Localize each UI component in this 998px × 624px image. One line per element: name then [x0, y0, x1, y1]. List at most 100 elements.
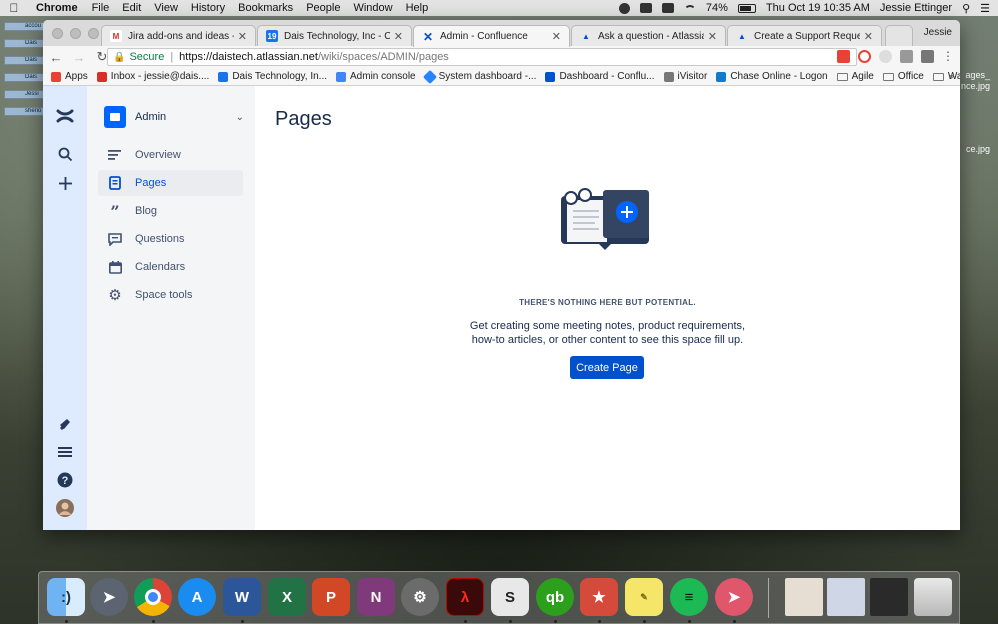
chrome-icon[interactable] [134, 578, 172, 616]
bookmarks-overflow-icon[interactable]: » [948, 71, 954, 82]
desktop-file-icon[interactable]: Dais [4, 56, 44, 65]
app-store-icon[interactable]: A [178, 578, 216, 616]
address-bar[interactable]: 🔒 Secure | https://daistech.atlassian.ne… [107, 48, 857, 66]
new-tab-button[interactable] [885, 25, 913, 46]
spotlight-icon[interactable]: ⚲ [962, 2, 970, 15]
desktop-stack-icon[interactable] [827, 578, 865, 616]
chrome-menu-icon[interactable]: ⋮ [942, 49, 954, 63]
menubar-clock[interactable]: Thu Oct 19 10:35 AM [766, 2, 870, 14]
browser-tab-active[interactable]: ✕ Admin - Confluence ✕ [413, 25, 570, 47]
close-tab-icon[interactable]: ✕ [552, 30, 561, 43]
close-tab-icon[interactable]: ✕ [708, 30, 717, 43]
notification-center-icon[interactable]: ☰ [980, 2, 990, 15]
zoom-window-button[interactable] [88, 28, 99, 39]
wunderlist-star-icon[interactable]: ★ [580, 578, 618, 616]
chevron-down-icon[interactable]: ⌄ [236, 112, 244, 123]
onenote-icon[interactable]: N [357, 578, 395, 616]
back-arrow-icon[interactable]: ← [46, 50, 66, 65]
chrome-profile-name[interactable]: Jessie [924, 27, 952, 38]
sidebar-item-blog[interactable]: ” Blog [98, 198, 243, 224]
excel-icon[interactable]: X [268, 578, 306, 616]
power-extension-icon[interactable] [879, 49, 892, 63]
sidebar-item-calendars[interactable]: Calendars [98, 254, 243, 280]
sidebar-item-questions[interactable]: Questions [98, 226, 243, 252]
dropbox-icon[interactable] [639, 3, 652, 13]
bluetooth-icon[interactable] [661, 3, 674, 13]
system-preferences-gear-icon[interactable]: ⚙ [401, 578, 439, 616]
battery-percent[interactable]: 74% [706, 2, 728, 14]
desktop-file-icon[interactable]: Dais [4, 73, 44, 82]
desktop-file-icon[interactable]: Jessi [4, 90, 44, 99]
bookmark-apps[interactable]: Apps [51, 71, 88, 82]
apple-menu-icon[interactable]:  [0, 1, 28, 15]
documents-stack-icon[interactable] [785, 578, 823, 616]
sidebar-item-overview[interactable]: Overview [98, 142, 243, 168]
creative-cloud-icon[interactable] [618, 2, 630, 14]
app-switcher-menu-icon[interactable] [55, 442, 75, 462]
slack-icon[interactable]: S [491, 578, 529, 616]
acrobat-icon[interactable]: λ [446, 578, 484, 616]
menubar-people[interactable]: People [306, 2, 340, 14]
help-icon[interactable]: ? [55, 470, 75, 490]
finder-icon[interactable]: :) [47, 578, 85, 616]
quickbooks-icon[interactable]: qb [536, 578, 574, 616]
extension-icon[interactable] [921, 49, 934, 63]
bookmark-folder-office[interactable]: Office [882, 71, 924, 82]
close-window-button[interactable] [52, 28, 63, 39]
browser-tab[interactable]: ▲ Create a Support Request - At ✕ [727, 25, 882, 46]
bookmark-folder-agile[interactable]: Agile [836, 71, 874, 82]
notifications-megaphone-icon[interactable] [55, 414, 75, 434]
desktop-file-label[interactable]: ages_ [961, 70, 990, 81]
desktop-file-label[interactable]: ce.jpg [961, 144, 990, 155]
menubar-app-name[interactable]: Chrome [36, 2, 78, 14]
close-tab-icon[interactable]: ✕ [864, 30, 873, 43]
search-icon[interactable] [55, 144, 75, 164]
battery-icon[interactable] [737, 3, 756, 13]
screenshots-stack-icon[interactable] [870, 578, 908, 616]
desktop-file-label[interactable]: nce.jpg [961, 81, 990, 92]
close-tab-icon[interactable]: ✕ [394, 30, 403, 43]
sidebar-item-space-tools[interactable]: ⚙ Space tools [98, 282, 243, 308]
create-page-button[interactable]: Create Page [570, 356, 644, 379]
menubar-help[interactable]: Help [406, 2, 429, 14]
bookmark-calendar[interactable]: Dais Technology, In... [218, 71, 327, 82]
bookmark-admin-console[interactable]: Admin console [336, 71, 416, 82]
wifi-icon[interactable] [683, 4, 696, 12]
desktop-file-icon[interactable]: accou [4, 22, 44, 31]
bookmark-inbox[interactable]: Inbox - jessie@dais.... [96, 71, 209, 82]
user-avatar[interactable] [55, 498, 75, 518]
browser-tab[interactable]: 19 Dais Technology, Inc - Calenda ✕ [257, 25, 412, 46]
launchpad-rocket-icon[interactable]: ➤ [90, 578, 128, 616]
menubar-window[interactable]: Window [353, 2, 392, 14]
menubar-file[interactable]: File [92, 2, 110, 14]
menubar-edit[interactable]: Edit [122, 2, 141, 14]
menubar-user[interactable]: Jessie Ettinger [880, 2, 952, 14]
forward-arrow-icon[interactable]: → [69, 50, 89, 65]
bookmark-ivisitor[interactable]: iVisitor [663, 71, 707, 82]
opera-extension-icon[interactable] [858, 49, 871, 63]
bookmark-chase[interactable]: Chase Online - Logon [716, 71, 828, 82]
close-tab-icon[interactable]: ✕ [238, 30, 247, 43]
browser-tab[interactable]: ▲ Ask a question - Atlassian Co ✕ [571, 25, 726, 46]
bookmark-confluence-dashboard[interactable]: Dashboard - Conflu... [545, 71, 655, 82]
bookmark-folder-wallboards[interactable]: Wallboards [932, 71, 960, 82]
trash-icon[interactable] [914, 578, 952, 616]
menubar-bookmarks[interactable]: Bookmarks [238, 2, 293, 14]
confluence-logo-icon[interactable] [55, 106, 75, 126]
menubar-history[interactable]: History [191, 2, 225, 14]
create-plus-icon[interactable] [55, 173, 75, 193]
desktop-file-icon[interactable]: sherio [4, 107, 44, 116]
sidebar-item-pages[interactable]: Pages [98, 170, 243, 196]
word-icon[interactable]: W [223, 578, 261, 616]
powerpoint-icon[interactable]: P [312, 578, 350, 616]
minimize-window-button[interactable] [70, 28, 81, 39]
browser-tab[interactable]: M Jira add-ons and ideas - jessie ✕ [101, 25, 256, 46]
airmail-icon[interactable]: ➤ [715, 578, 753, 616]
spotify-icon[interactable]: ≡ [670, 578, 708, 616]
space-switcher[interactable]: Admin ⌄ [104, 106, 244, 128]
desktop-file-icon[interactable]: Dais [4, 39, 44, 48]
extension-icon[interactable] [837, 49, 850, 63]
stickies-icon[interactable]: ✎ [625, 578, 663, 616]
extension-icon[interactable] [900, 49, 913, 63]
bookmark-system-dashboard[interactable]: System dashboard -... [422, 69, 536, 84]
